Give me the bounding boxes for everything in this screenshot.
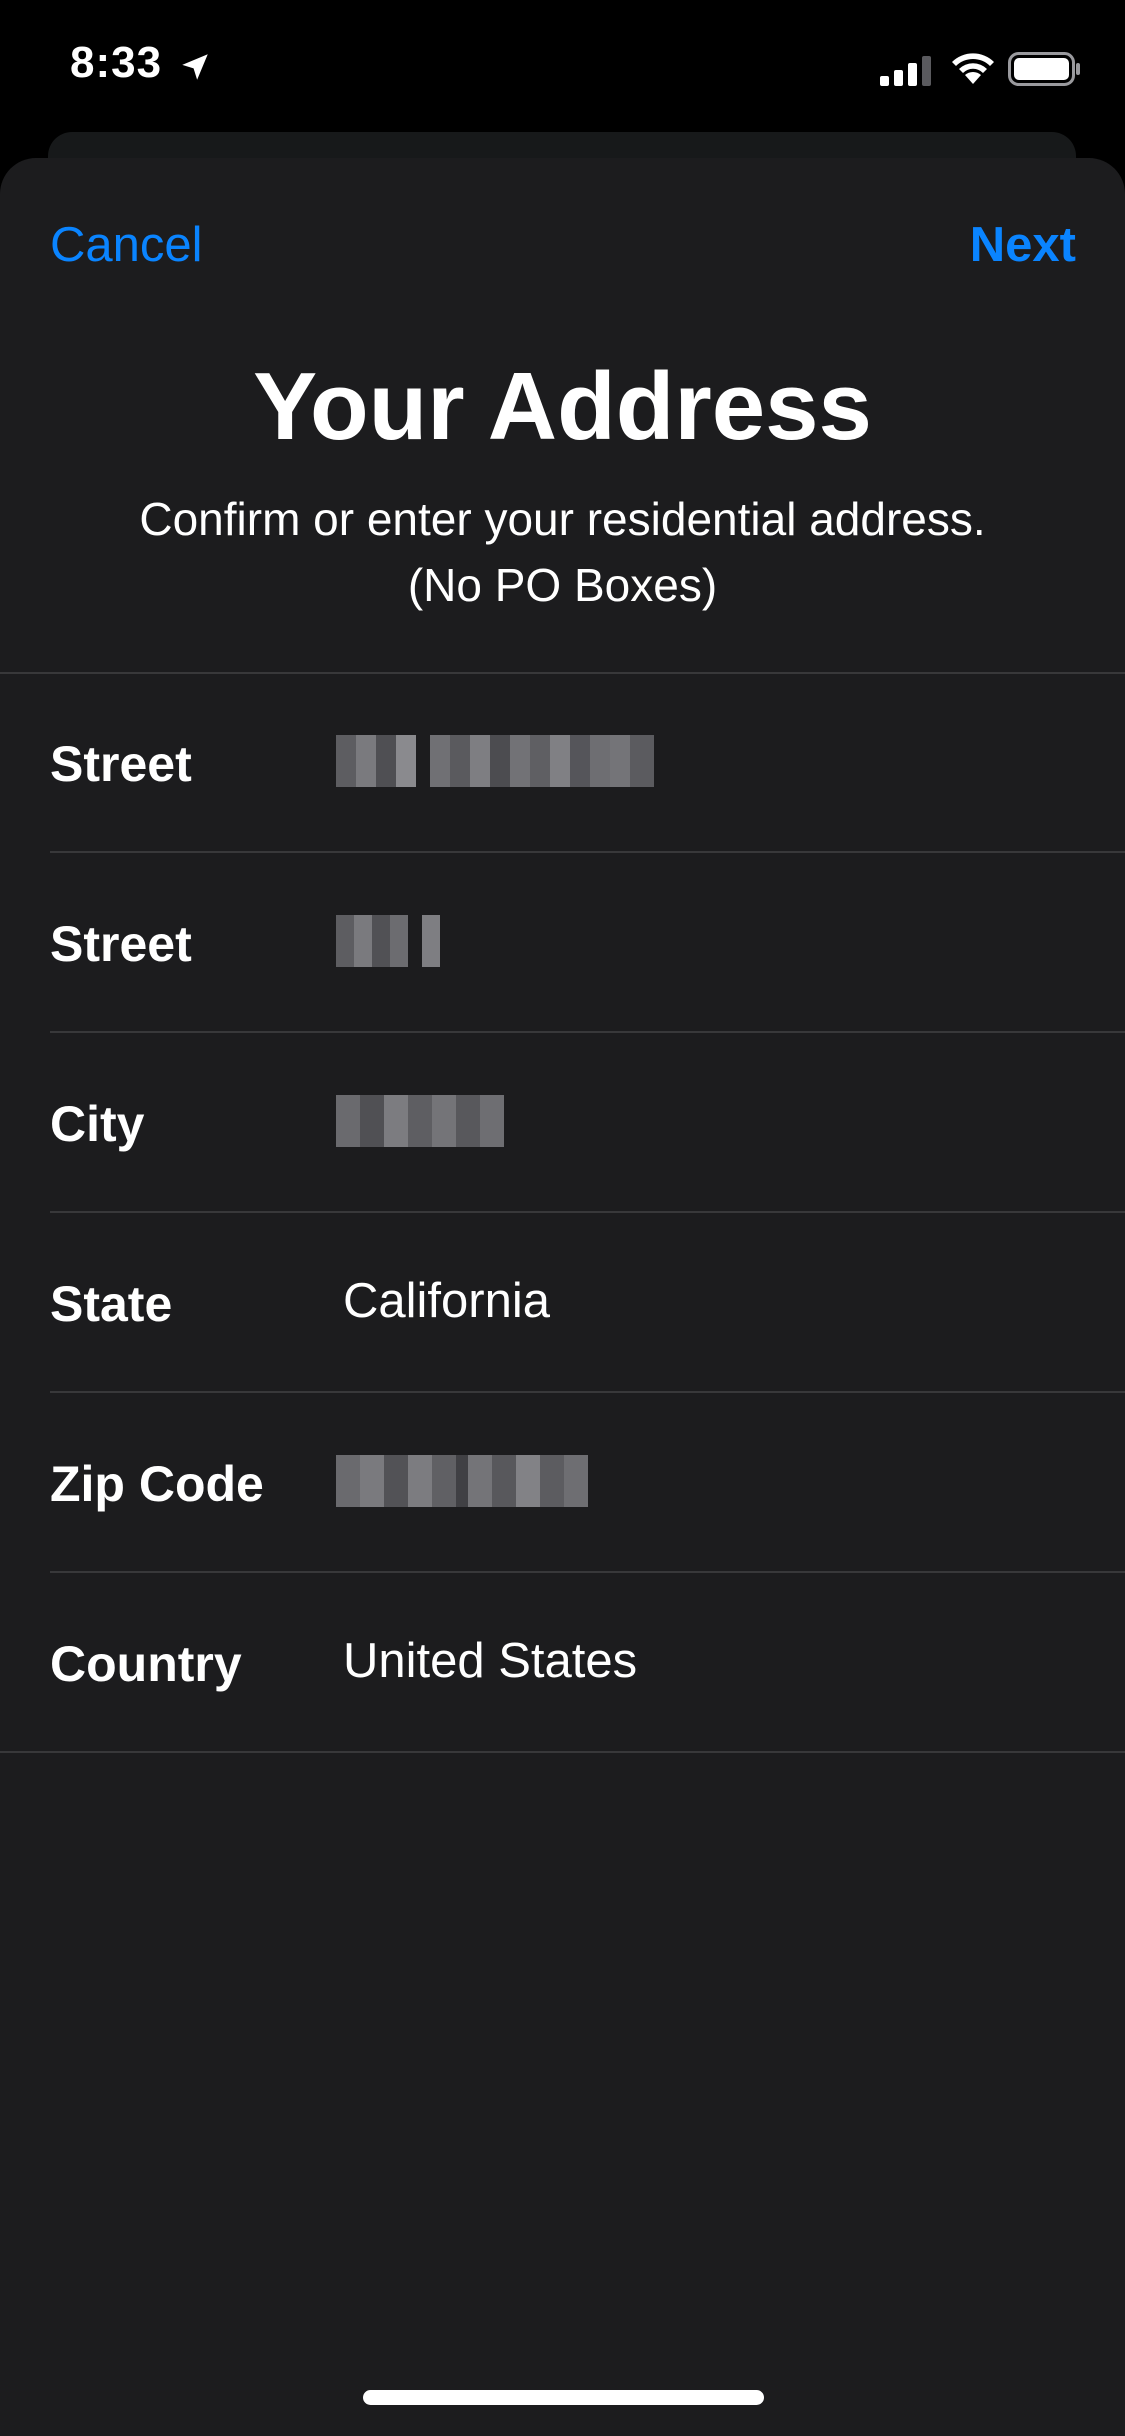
zip-code-label: Zip Code xyxy=(50,1456,264,1512)
next-button[interactable]: Next xyxy=(970,217,1076,273)
page-title: Your Address xyxy=(253,353,872,460)
subtitle-line-1: Confirm or enter your residential addres… xyxy=(139,493,986,545)
street-row-1[interactable]: Street xyxy=(0,673,1125,853)
state-label: State xyxy=(50,1276,173,1332)
state-row[interactable]: State California xyxy=(0,1213,1125,1393)
street-field-redacted[interactable] xyxy=(336,735,654,787)
city-label: City xyxy=(50,1096,145,1152)
cellular-signal-icon xyxy=(880,56,931,86)
zip-code-row[interactable]: Zip Code xyxy=(0,1393,1125,1573)
state-value[interactable]: California xyxy=(343,1273,550,1329)
subtitle-line-2: (No PO Boxes) xyxy=(407,559,718,611)
wifi-icon xyxy=(952,53,994,84)
status-bar: 8:33 xyxy=(0,0,1125,132)
street-label: Street xyxy=(50,736,192,792)
address-form: Street Street City State California Zip … xyxy=(0,673,1125,1753)
zip-code-field-redacted[interactable] xyxy=(336,1455,588,1507)
country-label: Country xyxy=(50,1636,242,1692)
street-label: Street xyxy=(50,916,192,972)
battery-icon xyxy=(1008,52,1080,86)
cancel-button[interactable]: Cancel xyxy=(50,217,203,273)
country-value[interactable]: United States xyxy=(343,1633,637,1689)
home-indicator[interactable] xyxy=(363,2390,764,2405)
row-separator xyxy=(0,1751,1125,1753)
status-time: 8:33 xyxy=(70,38,163,87)
page-subtitle: Confirm or enter your residential addres… xyxy=(60,486,1065,618)
location-arrow-icon xyxy=(182,54,208,80)
street-field-redacted[interactable] xyxy=(336,915,440,967)
city-row[interactable]: City xyxy=(0,1033,1125,1213)
city-field-redacted[interactable] xyxy=(336,1095,504,1147)
street-row-2[interactable]: Street xyxy=(0,853,1125,1033)
country-row[interactable]: Country United States xyxy=(0,1573,1125,1753)
